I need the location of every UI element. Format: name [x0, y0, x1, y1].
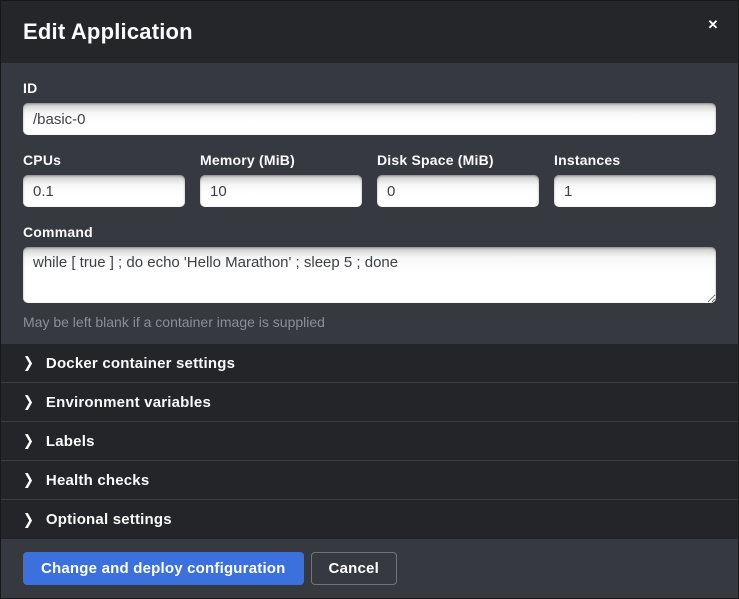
cpus-input[interactable] — [23, 175, 185, 207]
cpus-field-group: CPUs — [23, 152, 185, 207]
resources-row: CPUs Memory (MiB) Disk Space (MiB) Insta… — [23, 152, 716, 207]
section-label: Labels — [46, 433, 95, 450]
section-docker-container-settings[interactable]: ❯ Docker container settings — [1, 344, 738, 383]
command-field-group: Command while [ true ] ; do echo 'Hello … — [23, 224, 716, 330]
accordion: ❯ Docker container settings ❯ Environmen… — [1, 344, 738, 539]
modal-title: Edit Application — [23, 19, 193, 45]
section-label: Environment variables — [46, 394, 211, 411]
section-environment-variables[interactable]: ❯ Environment variables — [1, 383, 738, 422]
memory-input[interactable] — [200, 175, 362, 207]
section-labels[interactable]: ❯ Labels — [1, 422, 738, 461]
id-label: ID — [23, 80, 716, 96]
disk-label: Disk Space (MiB) — [377, 152, 539, 168]
disk-field-group: Disk Space (MiB) — [377, 152, 539, 207]
memory-label: Memory (MiB) — [200, 152, 362, 168]
section-health-checks[interactable]: ❯ Health checks — [1, 461, 738, 500]
section-optional-settings[interactable]: ❯ Optional settings — [1, 500, 738, 539]
memory-field-group: Memory (MiB) — [200, 152, 362, 207]
id-input[interactable] — [23, 103, 716, 135]
command-textarea[interactable]: while [ true ] ; do echo 'Hello Marathon… — [23, 247, 716, 303]
disk-input[interactable] — [377, 175, 539, 207]
cpus-label: CPUs — [23, 152, 185, 168]
chevron-right-icon: ❯ — [23, 354, 34, 372]
chevron-right-icon: ❯ — [23, 432, 34, 450]
section-label: Docker container settings — [46, 355, 235, 372]
command-label: Command — [23, 224, 716, 240]
form-section: ID CPUs Memory (MiB) Disk Space (MiB) In… — [1, 63, 738, 344]
command-hint: May be left blank if a container image i… — [23, 314, 716, 330]
section-label: Health checks — [46, 472, 149, 489]
change-and-deploy-button[interactable]: Change and deploy configuration — [23, 552, 304, 585]
instances-input[interactable] — [554, 175, 716, 207]
close-icon[interactable]: ✕ — [702, 14, 724, 36]
section-label: Optional settings — [46, 511, 172, 528]
instances-field-group: Instances — [554, 152, 716, 207]
instances-label: Instances — [554, 152, 716, 168]
id-field-group: ID — [23, 80, 716, 135]
chevron-right-icon: ❯ — [23, 393, 34, 411]
cancel-button[interactable]: Cancel — [311, 552, 397, 585]
chevron-right-icon: ❯ — [23, 510, 34, 528]
modal-footer: Change and deploy configuration Cancel — [1, 539, 738, 598]
modal-header: Edit Application ✕ — [1, 1, 738, 63]
chevron-right-icon: ❯ — [23, 471, 34, 489]
edit-application-modal: Edit Application ✕ ID CPUs Memory (MiB) … — [0, 0, 739, 599]
